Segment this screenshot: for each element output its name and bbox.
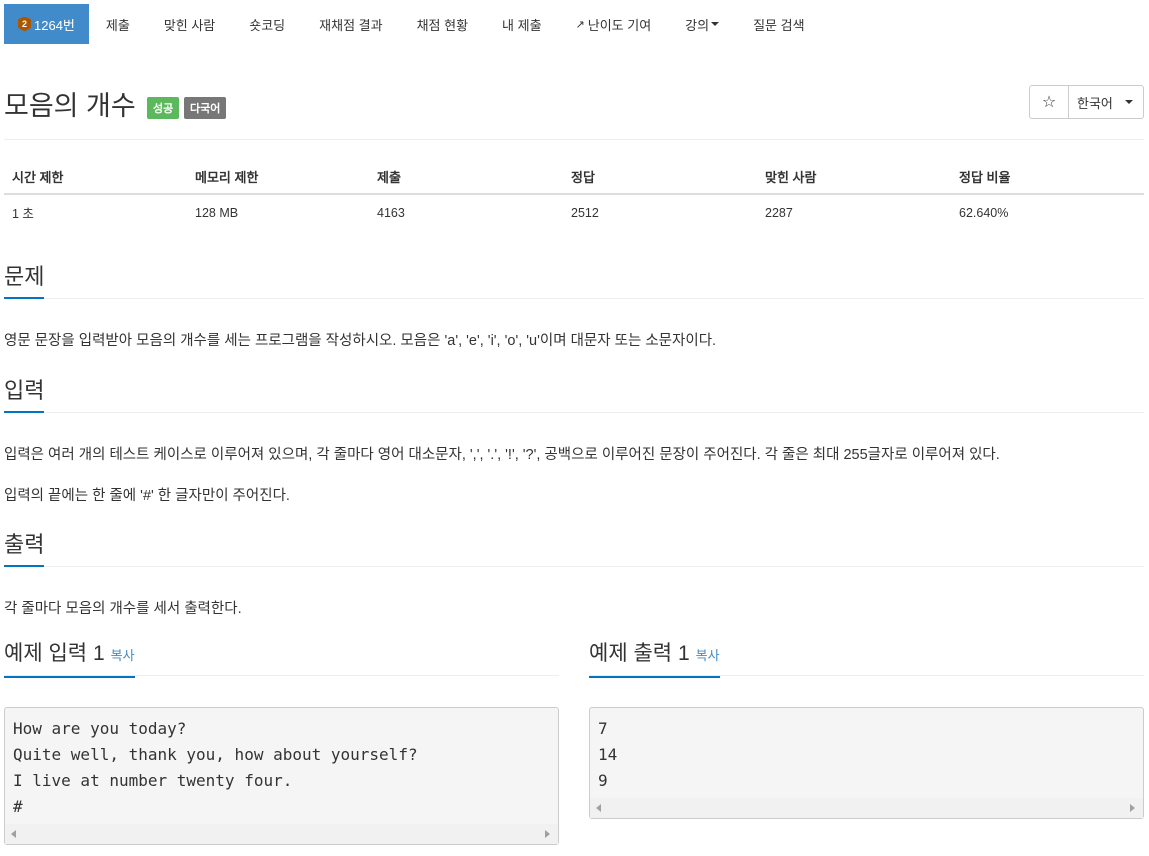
horizontal-scrollbar[interactable]	[5, 824, 558, 844]
problem-info-table: 시간 제한 메모리 제한 제출 정답 맞힌 사람 정답 비율 1 초 128 M…	[4, 160, 1144, 230]
tab-short-coding[interactable]: 숏코딩	[232, 4, 302, 44]
copy-sample-output-link[interactable]: 복사	[696, 648, 720, 663]
tab-lecture-label: 강의	[685, 17, 710, 33]
status-badge: 성공	[147, 97, 180, 119]
header-memory-limit: 메모리 제한	[187, 160, 369, 195]
problem-description: 영문 문장을 입력받아 모음의 개수를 세는 프로그램을 작성하시오. 모음은 …	[4, 333, 717, 349]
tab-rejudge-results[interactable]: 재채점 결과	[302, 4, 399, 44]
star-button[interactable]: ☆	[1030, 86, 1069, 118]
page-title: 모음의 개수	[4, 91, 136, 121]
caret-down-icon	[1124, 100, 1133, 104]
memory-limit-value: 128 MB	[195, 205, 239, 220]
input-heading: 입력	[4, 377, 45, 413]
sample-output-heading-row: 예제 출력 1 복사	[589, 640, 1144, 678]
sample-output-box[interactable]: 7 14 9	[589, 707, 1144, 819]
tab-submit[interactable]: 제출	[89, 4, 147, 44]
tab-lecture-dropdown[interactable]: 강의	[668, 4, 736, 44]
output-heading: 출력	[4, 531, 45, 567]
tab-judge-status[interactable]: 채점 현황	[400, 4, 485, 44]
external-link-icon: ↗	[575, 18, 585, 31]
header-time-limit: 시간 제한	[4, 160, 187, 195]
input-description-1: 입력은 여러 개의 테스트 케이스로 이루어져 있으며, 각 줄마다 영어 대소…	[4, 447, 1000, 463]
problem-nav: 2 1264번 제출 맞힌 사람 숏코딩 재채점 결과 채점 현황 내 제출 ↗…	[4, 4, 822, 44]
sample-input-section: 예제 입력 1 복사 How are you today? Quite well,…	[4, 640, 559, 845]
sample-input-heading-row: 예제 입력 1 복사	[4, 640, 559, 678]
header-submissions: 제출	[369, 160, 563, 195]
horizontal-scrollbar[interactable]	[590, 798, 1143, 818]
tab-difficulty-contribution[interactable]: ↗ 난이도 기여	[559, 4, 669, 44]
solved-users-value: 2287	[765, 205, 793, 220]
sample-output-heading: 예제 출력 1	[589, 642, 690, 665]
tab-problem-label: 1264번	[34, 17, 75, 33]
scroll-right-icon[interactable]	[1130, 804, 1135, 812]
problem-heading: 문제	[4, 263, 45, 299]
star-icon: ☆	[1041, 94, 1057, 111]
output-section-heading: 출력	[4, 531, 1144, 567]
sample-output-section: 예제 출력 1 복사 7 14 9	[589, 640, 1144, 819]
sample-output-content: 7 14 9	[598, 719, 618, 790]
copy-sample-input-link[interactable]: 복사	[111, 648, 135, 663]
multilingual-badge: 다국어	[184, 97, 227, 119]
tab-difficulty-label: 난이도 기여	[587, 17, 652, 33]
header-accepted: 정답	[563, 160, 757, 195]
language-dropdown[interactable]: 한국어	[1069, 86, 1143, 118]
scroll-right-icon[interactable]	[545, 830, 550, 838]
sample-input-box[interactable]: How are you today? Quite well, thank you…	[4, 707, 559, 845]
problem-section-heading: 문제	[4, 263, 1144, 299]
header-accept-ratio: 정답 비율	[951, 160, 1144, 195]
submissions-value: 4163	[377, 205, 405, 220]
bronze-tier-icon: 2	[18, 16, 31, 32]
input-section-heading: 입력	[4, 377, 1144, 413]
accepted-value: 2512	[571, 205, 599, 220]
problem-header: 모음의 개수 성공 다국어 ☆ 한국어	[4, 82, 1144, 140]
table-header-row: 시간 제한 메모리 제한 제출 정답 맞힌 사람 정답 비율	[4, 160, 1144, 195]
sample-output-heading-wrap: 예제 출력 1 복사	[589, 640, 720, 678]
tab-problem[interactable]: 2 1264번	[4, 4, 89, 44]
accept-ratio-value: 62.640%	[959, 205, 1009, 220]
scroll-left-icon[interactable]	[596, 804, 601, 812]
tab-solved-users[interactable]: 맞힌 사람	[147, 4, 232, 44]
sample-input-heading-wrap: 예제 입력 1 복사	[4, 640, 135, 678]
sample-input-content: How are you today? Quite well, thank you…	[13, 719, 418, 816]
language-label: 한국어	[1077, 95, 1113, 111]
scroll-left-icon[interactable]	[11, 830, 16, 838]
table-row: 1 초 128 MB 4163 2512 2287 62.640%	[4, 194, 1144, 230]
header-solved-users: 맞힌 사람	[757, 160, 951, 195]
time-limit-value: 1 초	[12, 207, 34, 221]
header-button-group: ☆ 한국어	[1029, 85, 1144, 119]
sample-input-heading: 예제 입력 1	[4, 642, 105, 665]
caret-down-icon	[711, 22, 720, 26]
tab-my-submissions[interactable]: 내 제출	[485, 4, 559, 44]
output-description: 각 줄마다 모음의 개수를 세서 출력한다.	[4, 601, 242, 617]
tab-question-search[interactable]: 질문 검색	[736, 4, 821, 44]
input-description-2: 입력의 끝에는 한 줄에 '#' 한 글자만이 주어진다.	[4, 488, 290, 504]
